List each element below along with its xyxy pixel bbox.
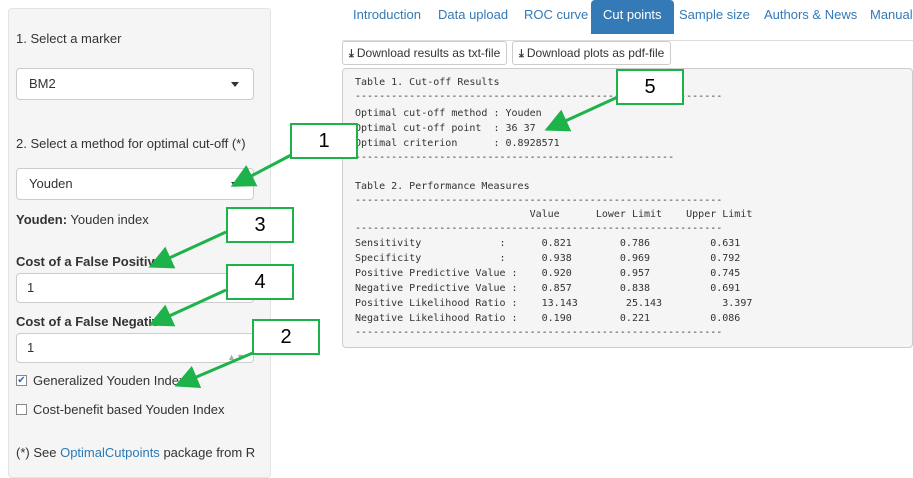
callout-5: 5: [616, 69, 684, 105]
callout-4: 4: [226, 264, 294, 300]
callout-2: 2: [252, 319, 320, 355]
annotation-arrows: [148, 94, 621, 388]
callout-1: 1: [290, 123, 358, 159]
callout-3: 3: [226, 207, 294, 243]
